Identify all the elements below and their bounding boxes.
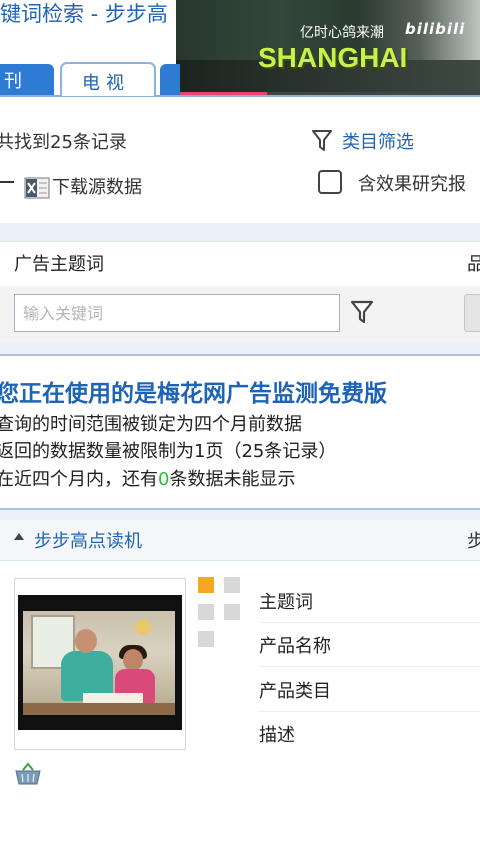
view-toggle[interactable]: [224, 577, 240, 593]
tab-label: 刊: [4, 71, 22, 92]
notice-text: 在近四个月内，还有: [0, 469, 158, 490]
video-overlay[interactable]: 亿时心鸽来潮 bilibili SHANGHAI: [176, 0, 480, 96]
result-title[interactable]: 步步高点读机: [34, 527, 142, 553]
toolbar-panel: [0, 97, 480, 225]
product-filter-select[interactable]: [464, 294, 480, 332]
category-filter-link[interactable]: 类目筛选: [342, 128, 414, 154]
filter-icon[interactable]: [312, 129, 332, 153]
view-toggle[interactable]: [198, 631, 214, 647]
field-subject: 主题词: [259, 592, 313, 613]
ad-thumbnail[interactable]: [18, 595, 182, 730]
tab-periodical[interactable]: 刊: [0, 64, 54, 95]
view-toggle[interactable]: [198, 604, 214, 620]
view-toggle-active[interactable]: [198, 577, 214, 593]
divider: [259, 666, 480, 667]
bilibili-logo: bilibili: [405, 20, 466, 38]
view-toggle[interactable]: [224, 604, 240, 620]
download-source-data-link[interactable]: 下载源数据: [52, 173, 142, 199]
video-city-text: SHANGHAI: [258, 42, 408, 73]
column-keyword-header: 广告主题词: [14, 254, 104, 275]
field-product-name: 产品名称: [259, 636, 331, 657]
record-count: 共找到25条记录: [0, 132, 127, 153]
keyword-filter-icon[interactable]: [350, 299, 374, 325]
notice-line: 查询的时间范围被锁定为四个月前数据: [0, 414, 302, 435]
field-product-category: 产品类目: [259, 681, 331, 702]
hidden-count: 0: [158, 469, 170, 490]
notice-line: 在近四个月内，还有0条数据未能显示: [0, 465, 295, 491]
page-title: 键词检索 - 步步高: [0, 2, 168, 26]
notice-text: 条数据未能显示: [169, 469, 296, 490]
video-caption: 亿时心鸽来潮: [300, 25, 384, 41]
section-spacer: [0, 342, 480, 354]
field-description: 描述: [259, 725, 295, 746]
collapse-arrow-icon[interactable]: [14, 533, 24, 540]
keyword-input[interactable]: [14, 294, 340, 332]
notice-line: 返回的数据数量被限制为1页（25条记录）: [0, 441, 337, 462]
notice-title: 您正在使用的是梅花网广告监测免费版: [0, 381, 387, 407]
effect-report-checkbox[interactable]: [318, 170, 342, 194]
tab-label: 电视: [82, 73, 130, 94]
separator-dash: [0, 181, 14, 183]
tab-next[interactable]: [160, 64, 180, 95]
result-brand: 步: [467, 531, 480, 552]
thumbnail-scene: [23, 611, 175, 715]
section-spacer: [0, 510, 480, 520]
column-product-header: 品: [467, 254, 480, 275]
excel-icon[interactable]: [24, 176, 50, 200]
section-spacer: [0, 223, 480, 241]
tab-tv[interactable]: 电视: [60, 62, 156, 96]
divider: [259, 711, 480, 712]
effect-report-label: 含效果研究报: [358, 174, 466, 195]
basket-icon[interactable]: [14, 762, 42, 786]
divider: [259, 622, 480, 623]
